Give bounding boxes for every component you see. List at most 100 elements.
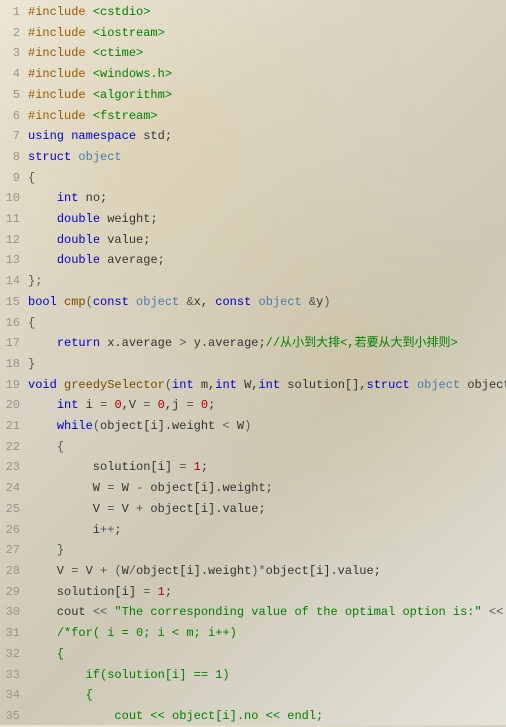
code-content: {: [28, 685, 506, 706]
line-number: 20: [0, 395, 28, 416]
code-line: 10 int no;: [0, 188, 506, 209]
line-number: 7: [0, 126, 28, 147]
code-line: 35 cout << object[i].no << endl;: [0, 706, 506, 727]
code-line: 26 i++;: [0, 520, 506, 541]
code-line: 20 int i = 0,V = 0,j = 0;: [0, 395, 506, 416]
code-line: 12 double value;: [0, 230, 506, 251]
line-number: 16: [0, 313, 28, 334]
line-number: 31: [0, 623, 28, 644]
line-number: 34: [0, 685, 28, 706]
line-number: 30: [0, 602, 28, 623]
code-content: double weight;: [28, 209, 506, 230]
code-line: 2#include <iostream>: [0, 23, 506, 44]
code-content: return x.average > y.average;//从小到大排<,若要…: [28, 333, 506, 354]
code-line: 18}: [0, 354, 506, 375]
line-number: 33: [0, 665, 28, 686]
code-content: cout << object[i].no << endl;: [28, 706, 506, 727]
line-number: 24: [0, 478, 28, 499]
code-content: #include <iostream>: [28, 23, 506, 44]
code-content: }: [28, 354, 506, 375]
code-line: 3#include <ctime>: [0, 43, 506, 64]
code-line: 13 double average;: [0, 250, 506, 271]
line-number: 12: [0, 230, 28, 251]
code-content: V = V + (W/object[i].weight)*object[i].v…: [28, 561, 506, 582]
line-number: 29: [0, 582, 28, 603]
code-content: using namespace std;: [28, 126, 506, 147]
code-line: 32 {: [0, 644, 506, 665]
code-content: {: [28, 168, 506, 189]
code-content: {: [28, 313, 506, 334]
line-number: 10: [0, 188, 28, 209]
line-number: 19: [0, 375, 28, 396]
line-number: 11: [0, 209, 28, 230]
line-number: 5: [0, 85, 28, 106]
line-number: 2: [0, 23, 28, 44]
code-content: double average;: [28, 250, 506, 271]
line-number: 4: [0, 64, 28, 85]
code-content: solution[i] = 1;: [28, 582, 506, 603]
code-content: };: [28, 271, 506, 292]
line-number: 25: [0, 499, 28, 520]
code-content: W = W - object[i].weight;: [28, 478, 506, 499]
code-line: 27 }: [0, 540, 506, 561]
line-number: 6: [0, 106, 28, 127]
line-number: 18: [0, 354, 28, 375]
code-line: 17 return x.average > y.average;//从小到大排<…: [0, 333, 506, 354]
code-line: 19void greedySelector(int m,int W,int so…: [0, 375, 506, 396]
code-line: 21 while(object[i].weight < W): [0, 416, 506, 437]
line-number: 22: [0, 437, 28, 458]
line-number: 8: [0, 147, 28, 168]
code-line: 4#include <windows.h>: [0, 64, 506, 85]
code-content: #include <cstdio>: [28, 2, 506, 23]
code-content: {: [28, 644, 506, 665]
code-line: 15bool cmp(const object &x, const object…: [0, 292, 506, 313]
code-content: }: [28, 540, 506, 561]
code-line: 25 V = V + object[i].value;: [0, 499, 506, 520]
code-line: 24 W = W - object[i].weight;: [0, 478, 506, 499]
code-line: 8struct object: [0, 147, 506, 168]
code-line: 1#include <cstdio>: [0, 2, 506, 23]
code-line: 5#include <algorithm>: [0, 85, 506, 106]
code-content: if(solution[i] == 1): [28, 665, 506, 686]
code-line: 28 V = V + (W/object[i].weight)*object[i…: [0, 561, 506, 582]
code-content: #include <windows.h>: [28, 64, 506, 85]
code-content: int no;: [28, 188, 506, 209]
code-content: i++;: [28, 520, 506, 541]
line-number: 14: [0, 271, 28, 292]
code-line: 22 {: [0, 437, 506, 458]
line-number: 13: [0, 250, 28, 271]
code-line: 33 if(solution[i] == 1): [0, 665, 506, 686]
code-content: cout << "The corresponding value of the …: [28, 602, 506, 623]
code-content: #include <ctime>: [28, 43, 506, 64]
code-content: while(object[i].weight < W): [28, 416, 506, 437]
code-line: 29 solution[i] = 1;: [0, 582, 506, 603]
line-number: 15: [0, 292, 28, 313]
code-content: V = V + object[i].value;: [28, 499, 506, 520]
code-editor: 1#include <cstdio>2#include <iostream>3#…: [0, 2, 506, 727]
code-content: void greedySelector(int m,int W,int solu…: [28, 375, 506, 396]
line-number: 35: [0, 706, 28, 727]
line-number: 27: [0, 540, 28, 561]
code-line: 23 solution[i] = 1;: [0, 457, 506, 478]
code-line: 6#include <fstream>: [0, 106, 506, 127]
code-line: 16{: [0, 313, 506, 334]
line-number: 3: [0, 43, 28, 64]
code-content: bool cmp(const object &x, const object &…: [28, 292, 506, 313]
code-content: solution[i] = 1;: [28, 457, 506, 478]
code-content: double value;: [28, 230, 506, 251]
code-line: 30 cout << "The corresponding value of t…: [0, 602, 506, 623]
line-number: 23: [0, 457, 28, 478]
code-line: 9{: [0, 168, 506, 189]
code-content: struct object: [28, 147, 506, 168]
line-number: 21: [0, 416, 28, 437]
line-number: 32: [0, 644, 28, 665]
line-number: 17: [0, 333, 28, 354]
code-content: #include <fstream>: [28, 106, 506, 127]
code-line: 7using namespace std;: [0, 126, 506, 147]
code-content: /*for( i = 0; i < m; i++): [28, 623, 506, 644]
code-content: #include <algorithm>: [28, 85, 506, 106]
code-content: int i = 0,V = 0,j = 0;: [28, 395, 506, 416]
line-number: 9: [0, 168, 28, 189]
code-line: 34 {: [0, 685, 506, 706]
line-number: 28: [0, 561, 28, 582]
